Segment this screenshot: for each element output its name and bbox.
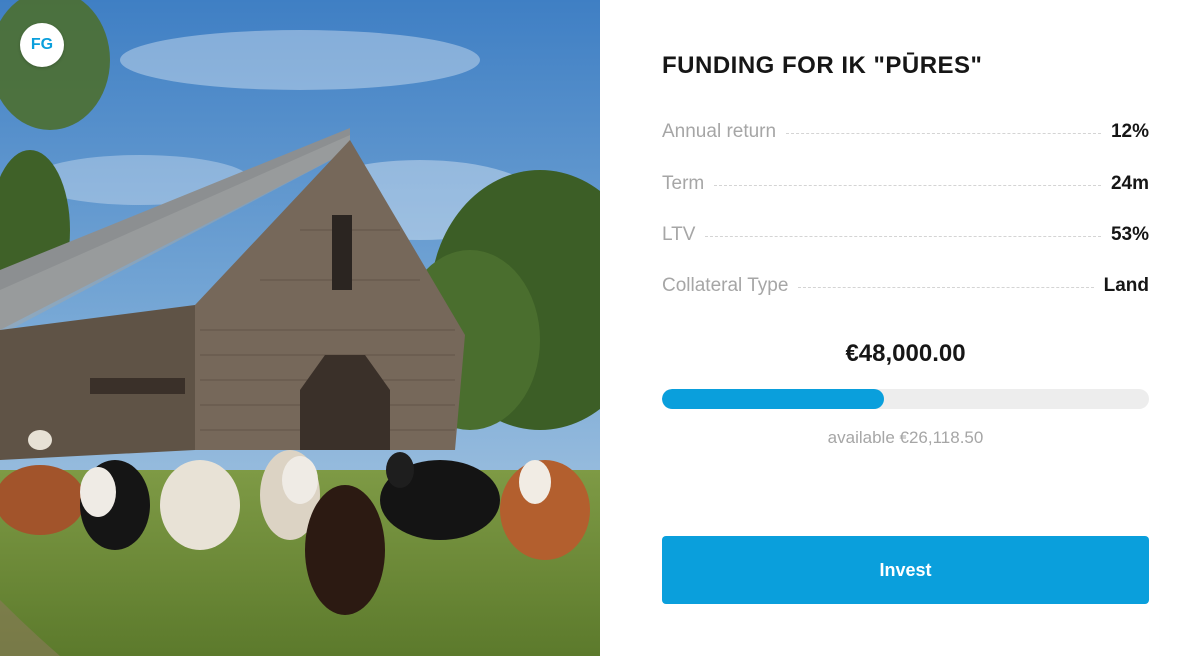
detail-value: 53% [1110,224,1149,245]
available-amount: available €26,118.50 [827,428,984,447]
hero-photo: FG [0,0,600,656]
detail-row-annual-return: Annual return 12% [662,121,1149,143]
detail-row-collateral-type: Collateral Type Land [662,275,1149,297]
detail-row-term: Term 24m [662,173,1149,195]
detail-label: Term [662,173,705,194]
dotted-leader [786,133,1101,134]
dotted-leader [798,287,1094,288]
loan-amount: €48,000.00 [845,340,966,367]
loan-details-panel: FUNDING FOR IK "PŪRES" Annual return 12%… [600,0,1200,656]
invest-button[interactable]: Invest [662,536,1149,604]
dotted-leader [714,185,1101,186]
barn-with-cattle-photo [0,0,600,656]
detail-label: LTV [662,224,696,245]
detail-value: Land [1103,275,1149,296]
loan-card: FG FUNDING FOR IK "PŪRES" Annual return … [0,0,1200,656]
detail-value: 12% [1110,121,1149,142]
brand-badge: FG [20,23,64,67]
detail-label: Annual return [662,121,777,142]
funding-progress-fill [662,389,885,409]
detail-row-ltv: LTV 53% [662,224,1149,246]
dotted-leader [705,236,1101,237]
funding-progress-bar [662,389,1149,409]
detail-label: Collateral Type [662,275,789,296]
loan-title: FUNDING FOR IK "PŪRES" [662,52,983,79]
detail-value: 24m [1110,173,1149,194]
